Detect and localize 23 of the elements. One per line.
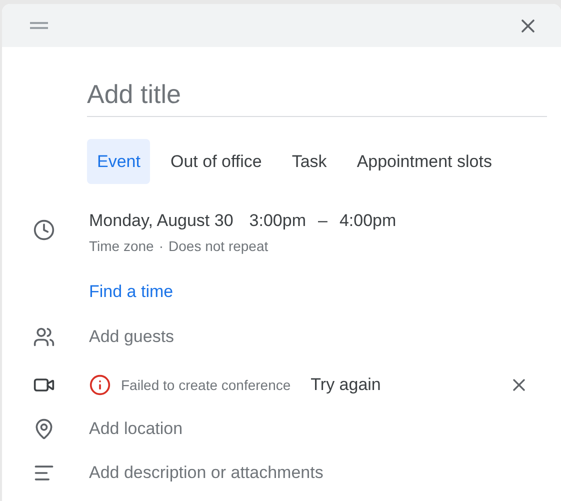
try-again-button[interactable]: Try again bbox=[310, 372, 381, 398]
time-zone-link[interactable]: Time zone bbox=[89, 236, 154, 256]
guests-icon bbox=[33, 326, 55, 348]
repeat-link[interactable]: Does not repeat bbox=[168, 236, 268, 256]
type-tab[interactable]: Task bbox=[282, 139, 337, 184]
title-field[interactable]: Add title bbox=[87, 75, 547, 117]
date-text[interactable]: Monday, August 30 bbox=[89, 208, 234, 234]
description-field[interactable]: Add description or attachments bbox=[89, 460, 489, 486]
separator-text: · bbox=[158, 236, 164, 256]
conference-error-text: Failed to create conference bbox=[121, 376, 291, 394]
type-tab[interactable]: Event bbox=[87, 139, 150, 184]
error-icon bbox=[89, 374, 111, 396]
clock-icon bbox=[33, 219, 55, 241]
location-field[interactable]: Add location bbox=[89, 416, 389, 442]
type-tab[interactable]: Appointment slots bbox=[346, 139, 502, 184]
location-icon bbox=[33, 418, 55, 440]
find-time-link[interactable]: Find a time bbox=[89, 278, 396, 304]
start-time-text[interactable]: 3:00pm bbox=[249, 208, 306, 234]
dash-text: – bbox=[318, 210, 328, 232]
guests-field[interactable]: Add guests bbox=[89, 324, 389, 350]
type-tab[interactable]: Out of office bbox=[160, 139, 272, 184]
end-time-text[interactable]: 4:00pm bbox=[339, 208, 396, 234]
drag-handle-icon[interactable] bbox=[30, 22, 48, 30]
